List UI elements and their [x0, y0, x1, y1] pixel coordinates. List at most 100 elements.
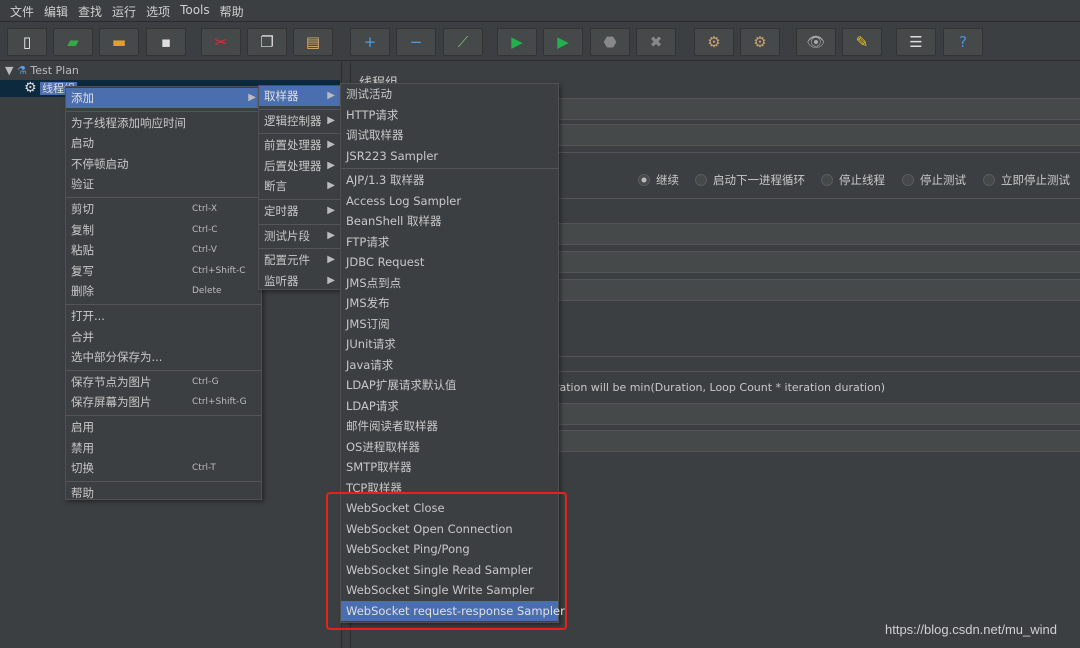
- submenu-arrow-icon: ▶: [327, 90, 335, 101]
- cut-button[interactable]: ✂: [201, 28, 241, 56]
- menu-3[interactable]: 运行: [108, 0, 142, 21]
- menu-item[interactable]: 逻辑控制器 ▶: [259, 111, 340, 131]
- radio-0[interactable]: 继续: [638, 172, 679, 188]
- menu-item[interactable]: HTTP请求: [341, 105, 558, 125]
- menu-item[interactable]: 复制 Ctrl-C: [66, 220, 261, 240]
- radio-button[interactable]: [638, 174, 650, 186]
- expand-arrow-icon[interactable]: ▼: [5, 64, 13, 77]
- shutdown-button[interactable]: ✖: [636, 28, 676, 56]
- menu-item[interactable]: 为子线程添加响应时间: [66, 113, 261, 133]
- menu-item[interactable]: 启动: [66, 133, 261, 153]
- toggle-button[interactable]: ⟋: [443, 28, 483, 56]
- collapse-button[interactable]: −: [396, 28, 436, 56]
- copy-button[interactable]: ❐: [247, 28, 287, 56]
- menu-item[interactable]: 监听器 ▶: [259, 271, 340, 291]
- menu-item[interactable]: 粘贴 Ctrl-V: [66, 240, 261, 260]
- help-button[interactable]: ?: [943, 28, 983, 56]
- menu-item-label: 逻辑控制器: [264, 113, 322, 128]
- menu-item[interactable]: JMS发布: [341, 293, 558, 313]
- menu-item[interactable]: 后置处理器 ▶: [259, 156, 340, 176]
- radio-label: 继续: [656, 173, 679, 187]
- shortcut-label: Ctrl-G: [192, 376, 219, 387]
- menu-item[interactable]: AJP/1.3 取样器: [341, 170, 558, 190]
- menu-item[interactable]: OS进程取样器: [341, 437, 558, 457]
- menu-2[interactable]: 查找: [74, 0, 108, 21]
- menu-item[interactable]: 启用: [66, 417, 261, 437]
- radio-1[interactable]: 启动下一进程循环: [695, 172, 805, 188]
- menu-item[interactable]: 合并: [66, 327, 261, 347]
- menu-item[interactable]: 邮件阅读者取样器: [341, 416, 558, 436]
- menu-item[interactable]: 复写 Ctrl+Shift-C: [66, 261, 261, 281]
- menu-item[interactable]: 验证: [66, 174, 261, 194]
- radio-4[interactable]: 立即停止测试: [983, 172, 1070, 188]
- menu-item[interactable]: 不停顿启动: [66, 154, 261, 174]
- watermark: https://blog.csdn.net/mu_wind: [885, 622, 1057, 637]
- menu-item[interactable]: Access Log Sampler: [341, 191, 558, 211]
- menu-item[interactable]: 切换 Ctrl-T: [66, 458, 261, 478]
- menu-item[interactable]: JMS订阅: [341, 314, 558, 334]
- menu-item-label: 测试片段: [264, 228, 310, 243]
- menu-item-label: 禁用: [71, 440, 94, 455]
- shortcut-label: Ctrl-X: [192, 204, 217, 214]
- menu-item[interactable]: JUnit请求: [341, 334, 558, 354]
- reset-search-button[interactable]: ✎: [842, 28, 882, 56]
- help-icon: ?: [959, 33, 967, 51]
- templates-button[interactable]: ▰: [53, 28, 93, 56]
- expand-button[interactable]: +: [350, 28, 390, 56]
- radio-button[interactable]: [902, 174, 914, 186]
- radio-button[interactable]: [821, 174, 833, 186]
- menu-item[interactable]: 取样器 ▶: [259, 86, 340, 106]
- radio-button[interactable]: [695, 174, 707, 186]
- menu-item-label: 定时器: [264, 204, 299, 218]
- menu-4[interactable]: 选项: [142, 0, 176, 21]
- function-helper-button[interactable]: ☰: [896, 28, 936, 56]
- radio-button[interactable]: [983, 174, 995, 186]
- menu-item[interactable]: 删除 Delete: [66, 281, 261, 301]
- menu-item[interactable]: BeanShell 取样器: [341, 211, 558, 231]
- menu-item[interactable]: Java请求: [341, 355, 558, 375]
- menu-item[interactable]: 选中部分保存为...: [66, 347, 261, 367]
- menu-item[interactable]: 配置元件 ▶: [259, 250, 340, 270]
- menu-item[interactable]: 禁用: [66, 438, 261, 458]
- start-no-pause-button[interactable]: ▶: [543, 28, 583, 56]
- menu-item[interactable]: 定时器 ▶: [259, 201, 340, 221]
- menu-item[interactable]: JSR223 Sampler: [341, 146, 558, 166]
- menu-item[interactable]: 测试活动: [341, 84, 558, 104]
- stop-button[interactable]: ⬣: [590, 28, 630, 56]
- menu-item-label: 为子线程添加响应时间: [71, 115, 186, 130]
- submenu-arrow-icon: ▶: [248, 92, 256, 103]
- menu-item[interactable]: 打开...: [66, 306, 261, 326]
- new-button[interactable]: ▯: [7, 28, 47, 56]
- menu-item[interactable]: 前置处理器 ▶: [259, 135, 340, 155]
- start-button[interactable]: ▶: [497, 28, 537, 56]
- menu-1[interactable]: 编辑: [40, 0, 74, 21]
- menu-6[interactable]: 帮助: [216, 0, 250, 21]
- menu-item[interactable]: 调试取样器: [341, 125, 558, 145]
- menu-separator: [66, 304, 261, 305]
- menu-5[interactable]: Tools: [176, 0, 216, 21]
- save-button[interactable]: ▪: [146, 28, 186, 56]
- menu-item[interactable]: FTP请求: [341, 232, 558, 252]
- search-button[interactable]: 👁: [796, 28, 836, 56]
- menu-item[interactable]: 测试片段 ▶: [259, 226, 340, 246]
- menu-item[interactable]: 剪切 Ctrl-X: [66, 199, 261, 219]
- menu-item[interactable]: SMTP取样器: [341, 457, 558, 477]
- menu-item[interactable]: 保存节点为图片 Ctrl-G: [66, 372, 261, 392]
- menu-item[interactable]: JDBC Request: [341, 252, 558, 272]
- tree-node-test-plan[interactable]: ▼ ⚗ Test Plan: [5, 62, 79, 79]
- menu-item[interactable]: LDAP请求: [341, 396, 558, 416]
- menu-item[interactable]: 断言 ▶: [259, 176, 340, 196]
- radio-3[interactable]: 停止测试: [902, 172, 966, 188]
- menu-item[interactable]: 添加 ▶: [66, 88, 261, 108]
- menu-item[interactable]: LDAP扩展请求默认值: [341, 375, 558, 395]
- menu-item[interactable]: 帮助: [66, 483, 261, 503]
- radio-2[interactable]: 停止线程: [821, 172, 885, 188]
- open-button[interactable]: ▬: [99, 28, 139, 56]
- menu-0[interactable]: 文件: [6, 0, 40, 21]
- clear-button[interactable]: ⚙: [694, 28, 734, 56]
- menu-item[interactable]: 保存屏幕为图片 Ctrl+Shift-G: [66, 392, 261, 412]
- context-menu: 添加 ▶ 为子线程添加响应时间启动 不停顿启动 验证剪切 Ctrl-X 复制 Ctrl-C 粘贴…: [65, 86, 262, 500]
- menu-item[interactable]: JMS点到点: [341, 273, 558, 293]
- paste-button[interactable]: ▤: [293, 28, 333, 56]
- clear-all-button[interactable]: ⚙: [740, 28, 780, 56]
